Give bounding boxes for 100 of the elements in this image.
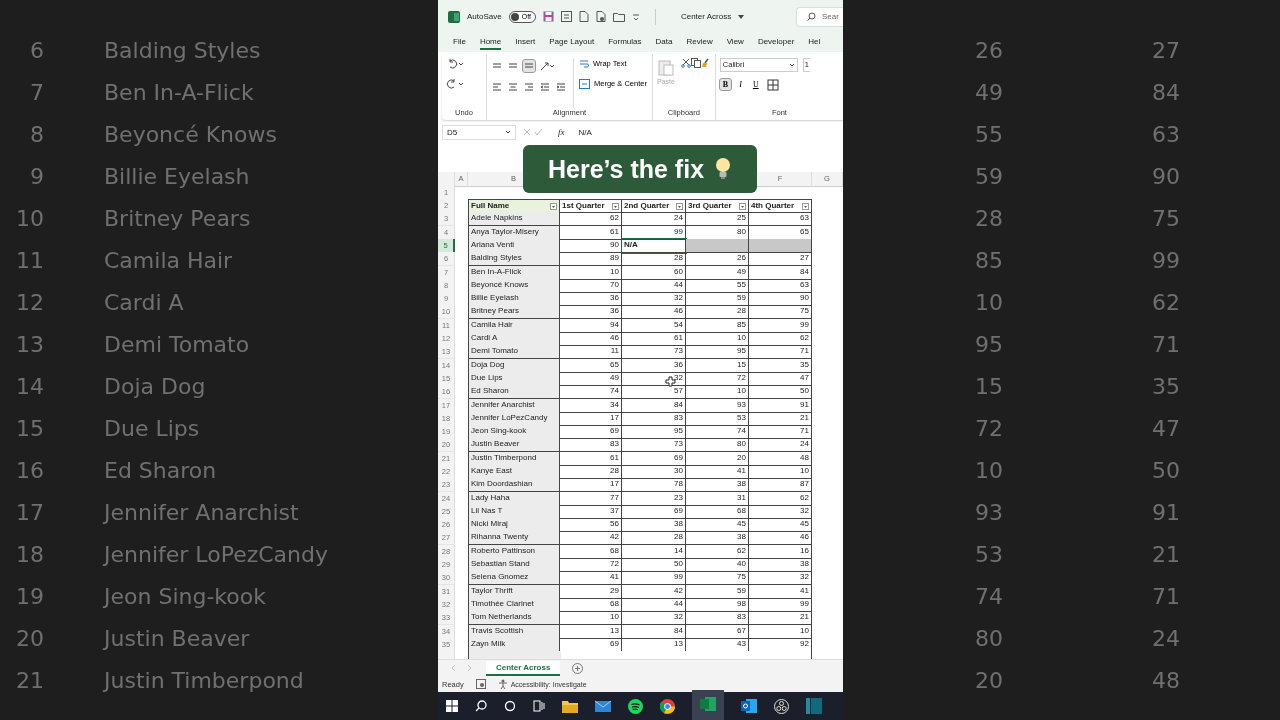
search-icon (807, 12, 816, 22)
panel-app-icon[interactable] (806, 698, 822, 714)
search-field[interactable]: Sear (796, 6, 843, 27)
filter-dropdown-icon[interactable] (802, 202, 809, 210)
circle-icon[interactable] (504, 700, 516, 712)
name-cell: Camila Hair (104, 247, 233, 273)
filter-dropdown-icon[interactable] (739, 202, 746, 210)
align-right-icon[interactable] (523, 80, 535, 93)
table-cell: 80 (686, 438, 749, 453)
table-cell: 29 (560, 584, 622, 599)
filter-dropdown-icon[interactable] (550, 202, 557, 210)
table-header-cell[interactable]: 1st Quarter (560, 199, 622, 214)
table-cell-text: 99 (1151, 247, 1180, 273)
redo-icon[interactable] (446, 77, 464, 90)
table-cell: Jeon Sing-kook (468, 425, 560, 440)
insert-function-button[interactable]: fx (558, 127, 565, 138)
table-header-cell[interactable]: Full Name (468, 199, 560, 214)
scissors-icon[interactable] (680, 57, 691, 68)
record-app-icon[interactable] (774, 698, 789, 714)
table-header-cell[interactable]: 4th Quarter (749, 199, 812, 214)
table-header-cell[interactable]: 2nd Quarter (622, 199, 686, 214)
add-sheet-icon[interactable] (572, 662, 584, 674)
table-cell-text: 62 (1151, 289, 1180, 315)
menu-tab[interactable]: Data (655, 35, 673, 51)
table-cell: 99 (622, 225, 686, 240)
search-icon[interactable] (475, 700, 487, 712)
table-cell: 10 (560, 265, 622, 280)
italic-button[interactable]: I (736, 79, 745, 91)
orientation-icon[interactable] (539, 59, 555, 72)
macro-record-icon[interactable] (475, 679, 486, 689)
table-cell: 73 (622, 345, 686, 360)
table-cell: 54 (622, 318, 686, 333)
menu-tab[interactable]: Home (479, 35, 502, 51)
new-file-icon[interactable] (578, 11, 589, 23)
mail-app-icon[interactable] (741, 699, 757, 713)
copy-icon[interactable] (690, 57, 701, 68)
filter-dropdown-icon[interactable] (612, 202, 619, 210)
align-left-icon[interactable] (491, 80, 503, 93)
menu-tab[interactable]: Hel (808, 35, 821, 51)
table-cell: 87 (749, 478, 812, 493)
document-icon[interactable] (595, 11, 606, 23)
table-cell: 44 (622, 278, 686, 293)
formula-field[interactable]: N/A (578, 127, 592, 137)
undo-icon[interactable] (446, 57, 464, 70)
task-view-icon[interactable] (533, 700, 545, 712)
row-number: 12 (15, 289, 44, 315)
table-cell-text: 80 (974, 625, 1003, 651)
form-icon[interactable] (560, 11, 572, 23)
brush-icon[interactable] (700, 57, 711, 68)
table-cell: 48 (749, 451, 812, 466)
menu-tab[interactable]: Developer (757, 35, 795, 51)
borders-icon[interactable] (766, 78, 779, 91)
spreadsheet-app-icon[interactable] (692, 690, 724, 720)
name-cell: Justin Timberpond (104, 667, 304, 693)
table-cell: 24 (749, 438, 812, 453)
document-title[interactable]: Center Across (680, 12, 732, 22)
table-cell-text: 35 (1151, 373, 1180, 399)
table-cell-text: 26 (974, 37, 1003, 63)
menu-tab[interactable]: Review (686, 35, 713, 51)
menu-tab[interactable]: File (453, 35, 466, 51)
menu-tab[interactable]: Formulas (608, 35, 642, 51)
table-cell: 50 (622, 558, 686, 573)
table-cell: 95 (686, 345, 749, 360)
table-cell: 38 (686, 478, 749, 493)
table-cell: 50 (749, 385, 812, 400)
folder-icon[interactable] (612, 11, 625, 22)
merge-cells-icon (579, 78, 590, 89)
envelope-icon[interactable] (595, 699, 611, 713)
table-cell-text: 10 (974, 289, 1003, 315)
sheet-tab[interactable]: Center Across (486, 660, 561, 676)
table-cell-text: 84 (1151, 79, 1180, 105)
caret-icon[interactable] (738, 13, 745, 20)
table-cell: 40 (686, 558, 749, 573)
start-icon[interactable] (446, 700, 458, 712)
app-icon[interactable] (628, 698, 643, 714)
bold-button[interactable]: B (719, 79, 732, 91)
increase-indent-icon[interactable] (555, 80, 567, 93)
name-cell: Jeon Sing-kook (104, 583, 266, 609)
menu-tab[interactable]: Insert (515, 35, 536, 51)
table-cell: 63 (749, 212, 812, 227)
browser-icon[interactable] (660, 698, 675, 714)
underline-button[interactable]: U (749, 79, 762, 91)
decrease-indent-icon[interactable] (539, 80, 551, 93)
table-cell: 38 (622, 518, 686, 533)
menu-tab[interactable]: Page Layout (549, 35, 595, 51)
table-cell-text: 95 (974, 331, 1003, 357)
align-center-icon[interactable] (507, 80, 519, 93)
accessibility-icon[interactable] (497, 679, 508, 689)
table-cell-text: 85 (974, 247, 1003, 273)
menu-tab[interactable]: View (726, 35, 744, 51)
row-number: 17 (15, 499, 44, 525)
save-icon[interactable] (542, 11, 554, 23)
table-header-cell[interactable]: 3rd Quarter (686, 199, 749, 214)
filter-dropdown-icon[interactable] (676, 202, 683, 210)
table-cell: 38 (686, 531, 749, 546)
name-box[interactable]: D5 (442, 124, 516, 140)
table-cell: 59 (686, 292, 749, 307)
folder-icon[interactable] (562, 699, 578, 713)
dropdown-icon[interactable] (631, 12, 640, 21)
table-cell: Selena Gnomez (468, 571, 560, 586)
